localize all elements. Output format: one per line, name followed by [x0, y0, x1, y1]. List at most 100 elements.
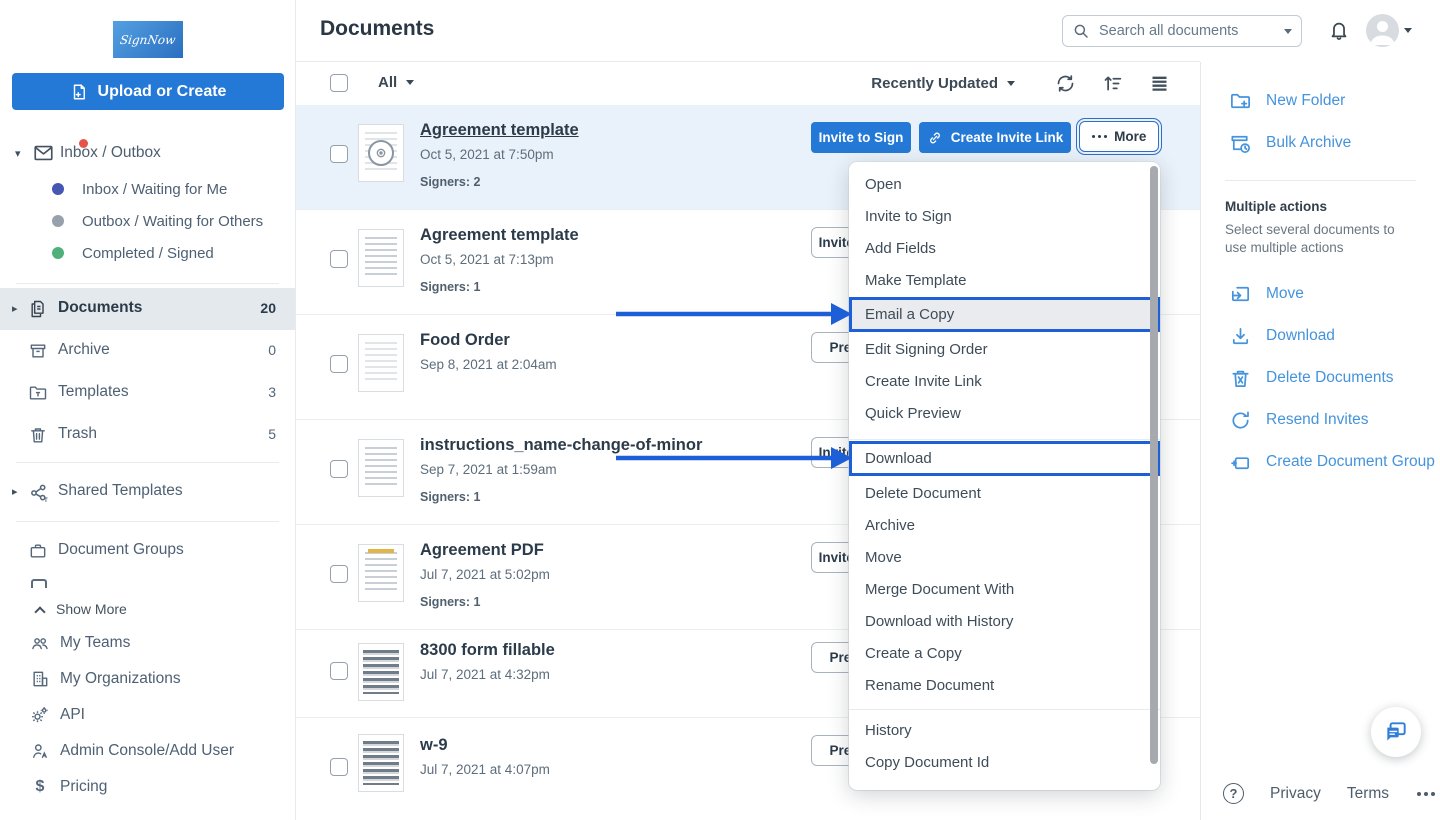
- menu-item-invite-to-sign[interactable]: Invite to Sign: [849, 200, 1160, 232]
- bulk-archive-action[interactable]: Bulk Archive: [1201, 122, 1440, 164]
- document-name-link[interactable]: Agreement template: [420, 121, 579, 140]
- sidebar-item-templates[interactable]: Templates 3: [0, 372, 295, 414]
- create-invite-link-button[interactable]: Create Invite Link: [919, 122, 1071, 153]
- move-folder-icon: [1229, 283, 1252, 306]
- chevron-right-icon[interactable]: ▸: [12, 485, 18, 498]
- sort-order-icon[interactable]: [1102, 73, 1123, 94]
- menu-item-quick-preview[interactable]: Quick Preview: [849, 397, 1160, 429]
- document-thumbnail[interactable]: [358, 544, 404, 602]
- document-date: Oct 5, 2021 at 7:50pm: [420, 147, 579, 162]
- delete-documents-action[interactable]: Delete Documents: [1201, 357, 1440, 399]
- menu-item-download[interactable]: Download: [849, 441, 1160, 476]
- resend-invites-action[interactable]: Resend Invites: [1201, 399, 1440, 441]
- more-button[interactable]: More: [1079, 121, 1159, 152]
- filter-dropdown[interactable]: All: [378, 74, 414, 91]
- help-icon[interactable]: ?: [1223, 783, 1244, 804]
- document-name-link[interactable]: Agreement template: [420, 226, 579, 245]
- sort-dropdown[interactable]: Recently Updated: [871, 75, 1015, 92]
- preview-eye-icon[interactable]: [368, 140, 394, 166]
- chevron-down-icon: [406, 80, 414, 85]
- sidebar-item-inbox-waiting-for-me[interactable]: Inbox / Waiting for Me: [0, 175, 295, 203]
- sidebar-item-pricing[interactable]: $ Pricing: [0, 769, 295, 805]
- list-view-icon[interactable]: [1149, 73, 1170, 94]
- document-thumbnail[interactable]: [358, 229, 404, 287]
- menu-item-create-invite-link[interactable]: Create Invite Link: [849, 365, 1160, 397]
- terms-link[interactable]: Terms: [1347, 785, 1389, 803]
- sidebar-item-my-teams[interactable]: My Teams: [0, 625, 295, 661]
- sidebar-item-documents[interactable]: ▸ Documents 20: [0, 288, 295, 330]
- document-thumbnail[interactable]: [358, 334, 404, 392]
- menu-item-move[interactable]: Move: [849, 541, 1160, 573]
- row-checkbox[interactable]: [330, 565, 348, 583]
- notifications-bell-icon[interactable]: [1328, 19, 1350, 41]
- privacy-link[interactable]: Privacy: [1270, 785, 1321, 803]
- download-action[interactable]: Download: [1201, 315, 1440, 357]
- menu-item-download-with-history[interactable]: Download with History: [849, 605, 1160, 637]
- account-menu-caret-icon[interactable]: [1404, 28, 1412, 33]
- document-thumbnail[interactable]: [358, 124, 404, 182]
- menu-item-delete-document[interactable]: Delete Document: [849, 477, 1160, 509]
- search-input[interactable]: [1062, 15, 1302, 47]
- document-name-link[interactable]: instructions_name-change-of-minor: [420, 436, 702, 455]
- menu-item-open[interactable]: Open: [849, 168, 1160, 200]
- sidebar-item-shared-templates[interactable]: ▸ T Shared Templates: [0, 471, 295, 513]
- sidebar-item-completed-signed[interactable]: Completed / Signed: [0, 239, 295, 267]
- refresh-icon[interactable]: [1055, 73, 1076, 94]
- sidebar-item-admin-console[interactable]: Admin Console/Add User: [0, 733, 295, 769]
- menu-scrollbar[interactable]: [1150, 166, 1158, 764]
- menu-divider: [849, 439, 1160, 440]
- document-name-link[interactable]: Food Order: [420, 331, 557, 350]
- row-checkbox[interactable]: [330, 145, 348, 163]
- sidebar-item-archive[interactable]: Archive 0: [0, 330, 295, 372]
- support-chat-button[interactable]: [1371, 707, 1421, 757]
- row-checkbox[interactable]: [330, 250, 348, 268]
- document-name-link[interactable]: w-9: [420, 736, 550, 755]
- create-document-group-action[interactable]: Create Document Group: [1201, 441, 1440, 483]
- footer-more-icon[interactable]: [1417, 792, 1435, 796]
- menu-divider: [849, 709, 1160, 710]
- menu-item-rename-document[interactable]: Rename Document: [849, 669, 1160, 701]
- show-more-toggle[interactable]: Show More: [0, 593, 295, 625]
- sidebar-item-api[interactable]: API: [0, 697, 295, 733]
- signnow-logo[interactable]: SignNow: [113, 21, 183, 58]
- action-label: Resend Invites: [1266, 411, 1369, 429]
- document-thumbnail[interactable]: [358, 734, 404, 792]
- sidebar-item-inbox-outbox[interactable]: ▾ Inbox / Outbox: [0, 138, 295, 168]
- menu-item-make-template[interactable]: Make Template: [849, 264, 1160, 296]
- menu-item-archive[interactable]: Archive: [849, 509, 1160, 541]
- menu-item-copy-document-id[interactable]: Copy Document Id: [849, 746, 1160, 778]
- avatar[interactable]: [1366, 14, 1399, 47]
- sidebar-item-trash[interactable]: Trash 5: [0, 414, 295, 456]
- document-name-link[interactable]: Agreement PDF: [420, 541, 550, 560]
- row-checkbox[interactable]: [330, 662, 348, 680]
- document-thumbnail[interactable]: [358, 439, 404, 497]
- row-checkbox[interactable]: [330, 460, 348, 478]
- menu-item-history[interactable]: History: [849, 714, 1160, 746]
- chevron-down-icon[interactable]: ▾: [15, 147, 21, 160]
- move-action[interactable]: Move: [1201, 273, 1440, 315]
- sidebar-item-my-organizations[interactable]: My Organizations: [0, 661, 295, 697]
- menu-item-add-fields[interactable]: Add Fields: [849, 232, 1160, 264]
- sidebar-item-label: My Teams: [60, 634, 130, 652]
- new-folder-icon: [1229, 90, 1252, 113]
- sidebar-item-outbox-waiting-for-others[interactable]: Outbox / Waiting for Others: [0, 207, 295, 235]
- menu-item-merge-document-with[interactable]: Merge Document With: [849, 573, 1160, 605]
- upload-or-create-button[interactable]: Upload or Create: [12, 73, 284, 110]
- document-name-link[interactable]: 8300 form fillable: [420, 641, 555, 660]
- document-date: Sep 8, 2021 at 2:04am: [420, 357, 557, 372]
- new-folder-action[interactable]: New Folder: [1201, 80, 1440, 122]
- invite-to-sign-button[interactable]: Invite to Sign: [811, 122, 911, 153]
- chevron-down-icon: [1007, 81, 1015, 86]
- search-scope-caret-icon[interactable]: [1284, 29, 1292, 34]
- sidebar-item-document-groups[interactable]: Document Groups: [0, 530, 295, 572]
- delete-trash-icon: [1229, 367, 1252, 390]
- menu-item-create-a-copy[interactable]: Create a Copy: [849, 637, 1160, 669]
- menu-item-email-a-copy[interactable]: Email a Copy: [849, 297, 1160, 332]
- chevron-right-icon[interactable]: ▸: [12, 302, 18, 315]
- select-all-checkbox[interactable]: [330, 74, 348, 92]
- document-thumbnail[interactable]: [358, 643, 404, 701]
- sidebar-item-label: Outbox / Waiting for Others: [82, 213, 263, 230]
- menu-item-edit-signing-order[interactable]: Edit Signing Order: [849, 333, 1160, 365]
- row-checkbox[interactable]: [330, 758, 348, 776]
- row-checkbox[interactable]: [330, 355, 348, 373]
